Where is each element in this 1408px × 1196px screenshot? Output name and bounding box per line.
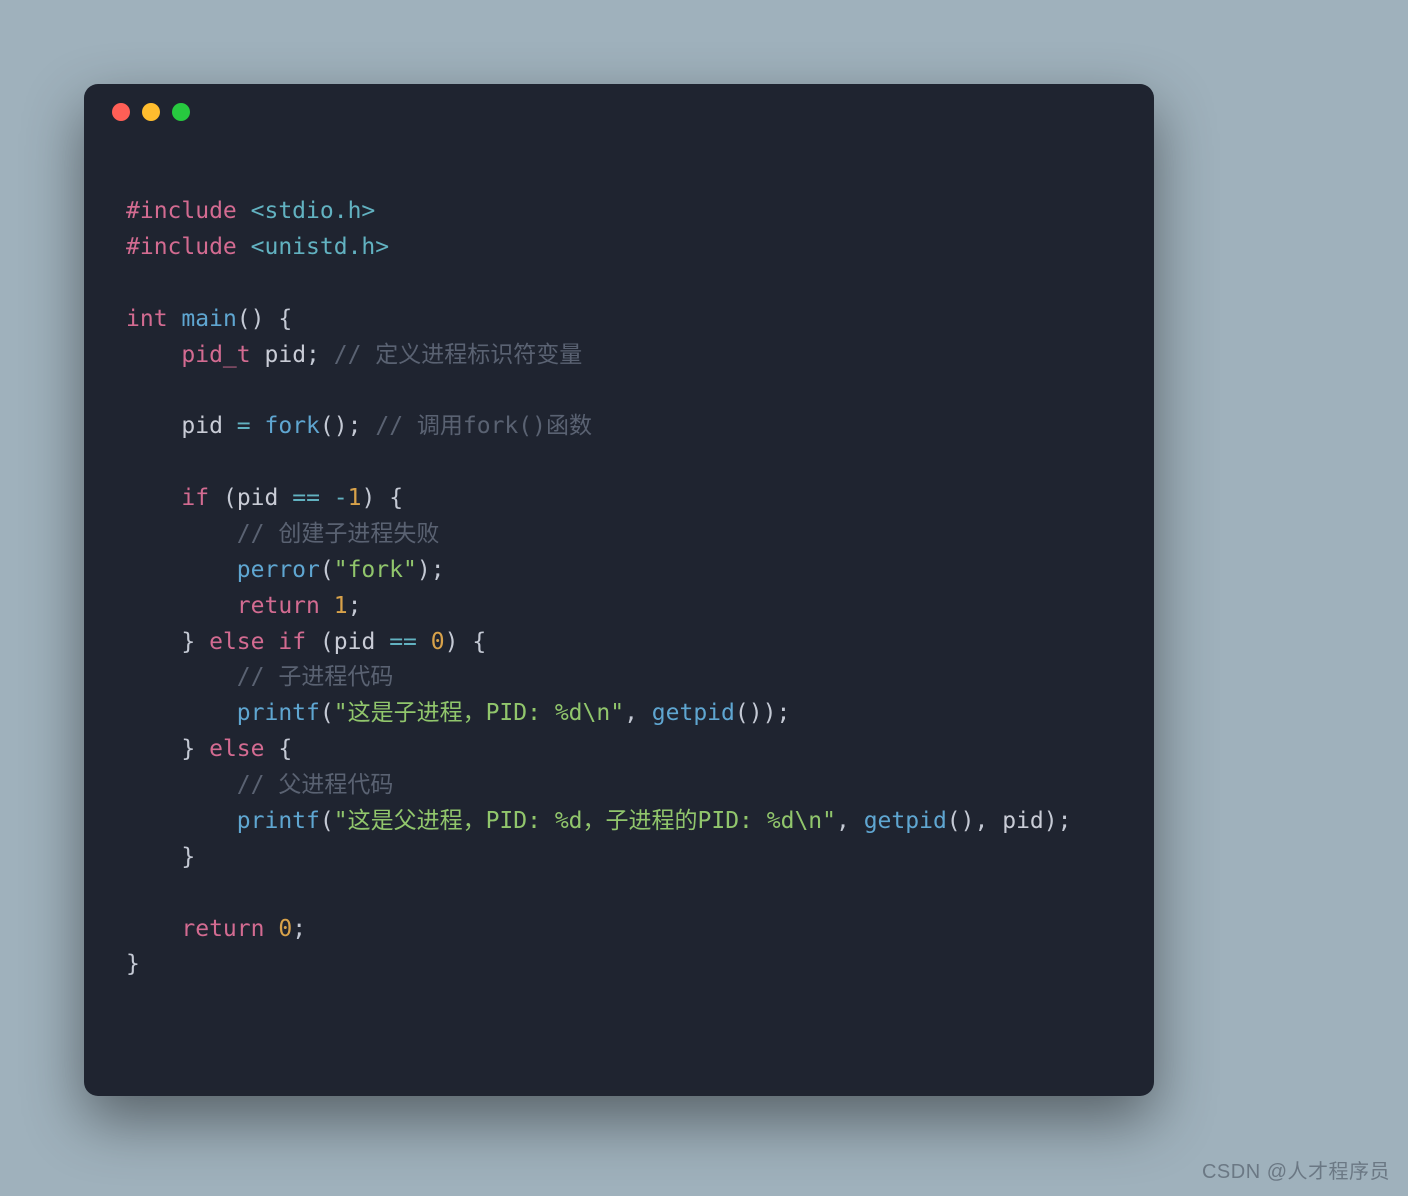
func-getpid-1: getpid	[652, 700, 735, 726]
paren-close-4: )	[417, 557, 431, 583]
str-parent: "这是父进程，PID: %d，子进程的PID: %d\n"	[334, 808, 836, 834]
num-1: 1	[348, 485, 362, 511]
kw-if-2: if	[278, 629, 306, 655]
paren-open-5: (	[320, 629, 334, 655]
paren-close-3: )	[362, 485, 376, 511]
comma-2: ,	[836, 808, 850, 834]
semicolon-3: ;	[431, 557, 445, 583]
paren-open-9: (	[947, 808, 961, 834]
window-titlebar	[84, 84, 1154, 140]
paren-open-3: (	[223, 485, 237, 511]
brace-open: {	[278, 306, 292, 332]
ident-pid-assign: pid	[181, 413, 223, 439]
paren-close-5: )	[445, 629, 459, 655]
kw-int: int	[126, 306, 168, 332]
paren-open-6: (	[320, 700, 334, 726]
op-eq-2: ==	[389, 629, 417, 655]
paren-close-8: )	[1044, 808, 1058, 834]
watermark-text: CSDN @人才程序员	[1202, 1155, 1390, 1184]
str-child: "这是子进程，PID: %d\n"	[334, 700, 624, 726]
paren-open-4: (	[320, 557, 334, 583]
op-neg: -	[334, 485, 348, 511]
brace-close-4: }	[181, 844, 195, 870]
comment-child: // 子进程代码	[237, 664, 394, 690]
ident-pid-decl: pid	[265, 342, 307, 368]
brace-close-3: }	[181, 736, 195, 762]
preproc-include-2: #include	[126, 234, 237, 260]
semicolon: ;	[306, 342, 320, 368]
comment-parent: // 父进程代码	[237, 772, 394, 798]
close-icon[interactable]	[112, 103, 130, 121]
semicolon-5: ;	[776, 700, 790, 726]
func-getpid-2: getpid	[864, 808, 947, 834]
code-window: #include <stdio.h> #include <unistd.h> i…	[84, 84, 1154, 1096]
brace-open-3: {	[472, 629, 486, 655]
comment-fail: // 创建子进程失败	[237, 521, 440, 547]
paren-close: )	[251, 306, 265, 332]
header-stdio: <stdio.h>	[251, 198, 376, 224]
func-printf-2: printf	[237, 808, 320, 834]
semicolon-6: ;	[1058, 808, 1072, 834]
paren-close-7: )	[749, 700, 763, 726]
comment-decl: // 定义进程标识符变量	[334, 342, 583, 368]
brace-open-2: {	[389, 485, 403, 511]
semicolon-7: ;	[292, 916, 306, 942]
kw-else-2: else	[209, 736, 264, 762]
kw-if-1: if	[181, 485, 209, 511]
paren-open: (	[237, 306, 251, 332]
comment-fork: // 调用fork()函数	[375, 413, 592, 439]
header-unistd: <unistd.h>	[251, 234, 389, 260]
str-fork: "fork"	[334, 557, 417, 583]
semicolon-2: ;	[348, 413, 362, 439]
minimize-icon[interactable]	[142, 103, 160, 121]
op-eq-1: ==	[292, 485, 320, 511]
func-printf-1: printf	[237, 700, 320, 726]
ident-pid-c2: pid	[334, 629, 376, 655]
paren-open-2: (	[320, 413, 334, 439]
func-perror: perror	[237, 557, 320, 583]
paren-close-9: )	[961, 808, 975, 834]
op-assign: =	[237, 413, 251, 439]
brace-close-2: }	[181, 629, 195, 655]
ident-pid-c1: pid	[237, 485, 279, 511]
brace-open-4: {	[278, 736, 292, 762]
kw-return-1: return	[237, 593, 320, 619]
func-fork: fork	[265, 413, 320, 439]
paren-open-7: (	[735, 700, 749, 726]
zoom-icon[interactable]	[172, 103, 190, 121]
comma-3: ,	[975, 808, 989, 834]
paren-open-8: (	[320, 808, 334, 834]
paren-close-6: )	[763, 700, 777, 726]
brace-close-main: }	[126, 951, 140, 977]
code-block: #include <stdio.h> #include <unistd.h> i…	[126, 194, 1112, 983]
paren-close-2: )	[334, 413, 348, 439]
kw-else-1: else	[209, 629, 264, 655]
func-main: main	[181, 306, 236, 332]
num-return-0: 0	[278, 916, 292, 942]
kw-return-0: return	[181, 916, 264, 942]
num-0: 0	[431, 629, 445, 655]
comma-1: ,	[624, 700, 638, 726]
semicolon-4: ;	[348, 593, 362, 619]
preproc-include-1: #include	[126, 198, 237, 224]
ident-pid-arg: pid	[1002, 808, 1044, 834]
type-pid-t: pid_t	[181, 342, 250, 368]
num-return-1: 1	[334, 593, 348, 619]
